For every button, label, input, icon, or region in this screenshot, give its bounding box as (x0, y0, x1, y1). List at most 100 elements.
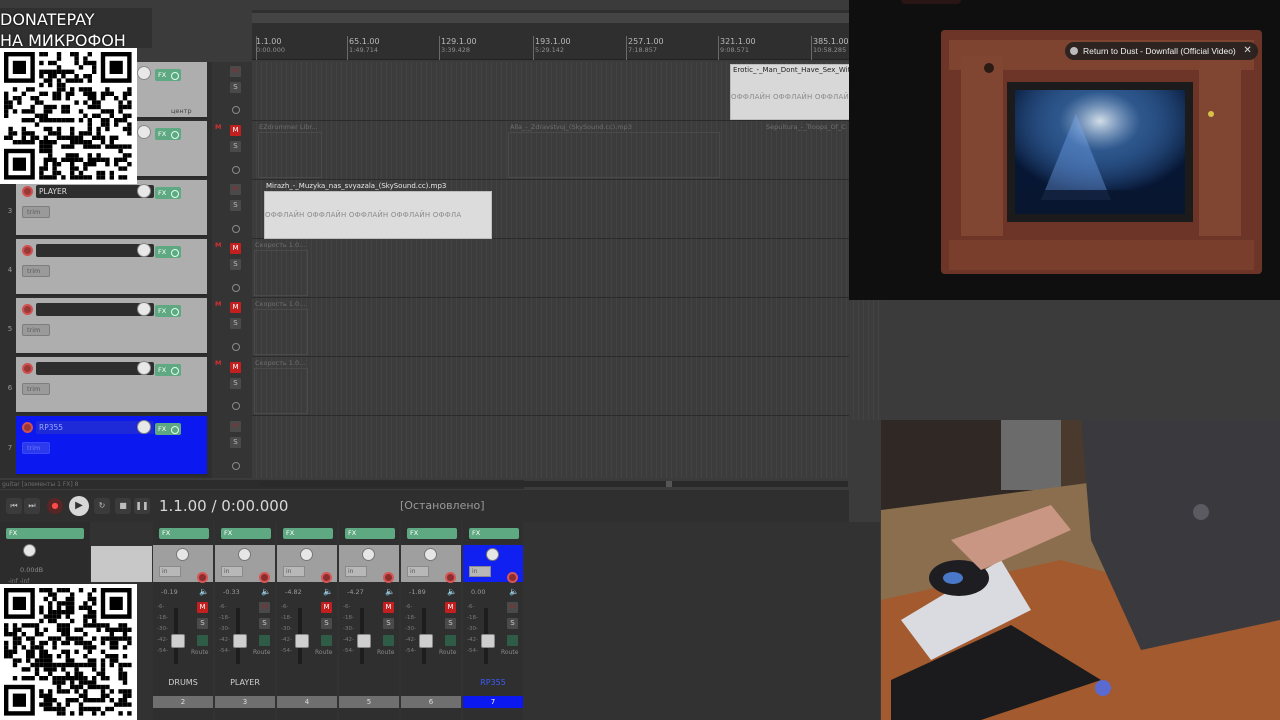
record-arm-button[interactable] (445, 572, 456, 583)
record-arm-button[interactable] (197, 572, 208, 583)
phase-button[interactable] (321, 635, 332, 646)
track-row-selected[interactable]: RP355 FX trim (16, 416, 207, 476)
phase-icon[interactable] (232, 225, 240, 233)
muted-item[interactable] (254, 309, 308, 355)
record-arm-button[interactable] (383, 572, 394, 583)
route-button[interactable]: Route (501, 649, 518, 656)
fader-handle[interactable] (295, 634, 309, 648)
solo-button[interactable]: S (230, 82, 241, 93)
mixer-strip[interactable]: FX in -4.82 🔈 M S -6- -18- -30- -42- -54- Route 4 (277, 522, 337, 720)
mute-button[interactable]: M (230, 362, 241, 373)
muted-item[interactable] (254, 368, 308, 414)
arrange-view[interactable]: Erotic_-_Man_Dont_Have_Sex_With ОФФЛАЙН … (252, 62, 849, 478)
trim-button[interactable]: trim (22, 265, 50, 277)
record-arm-button[interactable] (22, 245, 33, 256)
fx-button[interactable]: FX (155, 187, 181, 199)
fx-button[interactable]: FX (283, 528, 333, 539)
volume-knob[interactable] (137, 302, 151, 316)
trim-button[interactable]: trim (22, 324, 50, 336)
horizontal-scrollbar[interactable] (260, 481, 848, 487)
fx-button[interactable]: FX (159, 528, 209, 539)
video-player[interactable] (941, 30, 1262, 274)
track-row[interactable]: PLAYER FX trim (16, 180, 207, 237)
mute-button[interactable]: M (230, 421, 241, 432)
solo-button[interactable]: S (507, 618, 518, 629)
mixer-strip[interactable]: FX in -0.33 🔈 M S -6- -18- -30- -42- -54- Route PLAY… (215, 522, 275, 720)
fx-button[interactable]: FX (155, 246, 181, 258)
go-to-start-icon[interactable]: ⏮ (6, 498, 22, 514)
play-button[interactable]: ▶ (69, 496, 89, 516)
track-row[interactable]: FX trim (16, 239, 207, 296)
mute-button[interactable]: M (230, 243, 241, 254)
solo-button[interactable]: S (230, 318, 241, 329)
fx-button[interactable]: FX (345, 528, 395, 539)
input-button[interactable]: in (345, 566, 367, 577)
fader-handle[interactable] (233, 634, 247, 648)
track-row[interactable]: FX trim (16, 298, 207, 355)
record-arm-button[interactable] (259, 572, 270, 583)
ruler-region-strip[interactable] (252, 13, 852, 23)
fx-button[interactable]: FX (155, 423, 181, 435)
record-arm-button[interactable] (22, 363, 33, 374)
phase-icon[interactable] (232, 462, 240, 470)
solo-button[interactable]: S (230, 378, 241, 389)
phase-icon[interactable] (232, 166, 240, 174)
pan-knob[interactable] (424, 548, 437, 561)
mute-button[interactable]: M (383, 602, 394, 613)
fader-handle[interactable] (481, 634, 495, 648)
volume-knob[interactable] (137, 125, 151, 139)
scroll-thumb[interactable] (666, 481, 672, 487)
solo-button[interactable]: S (230, 259, 241, 270)
solo-button[interactable]: S (230, 200, 241, 211)
fx-button[interactable]: FX (221, 528, 271, 539)
record-arm-button[interactable] (321, 572, 332, 583)
mute-button[interactable]: M (230, 125, 241, 136)
pan-knob[interactable] (176, 548, 189, 561)
mute-button[interactable]: M (507, 602, 518, 613)
pan-knob[interactable] (238, 548, 251, 561)
mute-button[interactable]: M (230, 184, 241, 195)
input-button[interactable]: in (469, 566, 491, 577)
solo-button[interactable]: S (321, 618, 332, 629)
muted-item[interactable] (258, 132, 322, 178)
fx-button[interactable]: FX (155, 364, 181, 376)
go-to-end-icon[interactable]: ⏭ (24, 498, 40, 514)
record-button[interactable]: ● (47, 498, 63, 514)
fx-button[interactable]: FX (155, 69, 181, 81)
repeat-icon[interactable]: ↻ (94, 498, 110, 514)
fx-button[interactable]: FX (407, 528, 457, 539)
master-volume-knob[interactable] (23, 544, 36, 557)
record-arm-button[interactable] (22, 422, 33, 433)
time-display[interactable]: 1.1.00 / 0:00.000 (159, 497, 288, 515)
phase-button[interactable] (445, 635, 456, 646)
mixer-strip[interactable]: FX in 0.00 🔈 M S -6- -18- -30- -42- -54- Route RP355… (463, 522, 523, 720)
mute-button[interactable]: M (197, 602, 208, 613)
trim-button[interactable]: trim (22, 442, 50, 454)
route-button[interactable]: Route (315, 649, 332, 656)
record-arm-button[interactable] (507, 572, 518, 583)
phase-icon[interactable] (232, 106, 240, 114)
trim-button[interactable]: trim (22, 206, 50, 218)
phase-icon[interactable] (232, 402, 240, 410)
mute-button[interactable]: M (230, 66, 241, 77)
phase-button[interactable] (259, 635, 270, 646)
route-button[interactable]: Route (191, 649, 208, 656)
solo-button[interactable]: S (383, 618, 394, 629)
pause-button[interactable]: ❚❚ (134, 498, 150, 514)
phase-button[interactable] (197, 635, 208, 646)
stop-button[interactable]: ■ (115, 498, 131, 514)
input-button[interactable]: in (407, 566, 429, 577)
media-item-player[interactable]: ОФФЛАЙН ОФФЛАЙН ОФФЛАЙН ОФФЛАЙН ОФФЛА (264, 191, 492, 239)
trim-button[interactable]: trim (22, 383, 50, 395)
muted-item[interactable] (254, 250, 308, 296)
volume-knob[interactable] (137, 243, 151, 257)
phase-icon[interactable] (232, 343, 240, 351)
solo-button[interactable]: S (230, 141, 241, 152)
pan-knob[interactable] (300, 548, 313, 561)
phase-icon[interactable] (232, 284, 240, 292)
video-title-pill[interactable]: Return to Dust - Downfall (Official Vide… (1065, 42, 1258, 60)
fx-button[interactable]: FX (469, 528, 519, 539)
mute-button[interactable]: M (259, 602, 270, 613)
timeline-ruler[interactable]: 1.1.00 0:00.000 65.1.00 1:49.714 129.1.00 3… (252, 10, 852, 60)
input-button[interactable]: in (283, 566, 305, 577)
